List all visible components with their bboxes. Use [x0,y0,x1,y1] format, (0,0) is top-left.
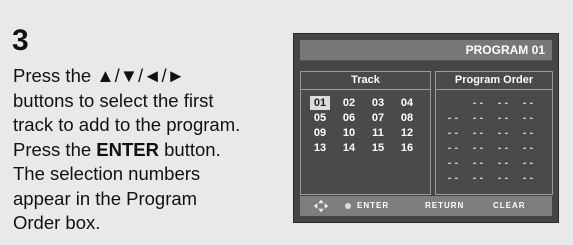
program-slot: - - [472,172,484,184]
program-order-box: Program Order - - - - - - - - - - - - - - - - - … [435,71,553,195]
program-slot: - - [497,112,509,124]
track-box: Track 01 02 03 04 05 06 07 08 09 10 11 12 13 14 15 16 [300,71,431,195]
track-cell[interactable]: 14 [339,141,359,155]
screen-title: PROGRAM 01 [465,43,545,57]
program-slot: - - [447,142,459,154]
screen-title-bar: PROGRAM 01 [300,40,552,61]
instruction-line-6: appear in the Program [13,187,198,209]
track-cell[interactable]: 05 [310,111,330,125]
track-cell[interactable]: 01 [310,96,330,110]
track-cell[interactable]: 02 [339,96,359,110]
enter-icon [345,203,351,209]
screen-button-bar: ENTER RETURN CLEAR [300,196,552,216]
program-slot: - - [497,142,509,154]
step-number: 3 [12,24,29,57]
program-slot: - - [497,127,509,139]
instruction-line-5: The selection numbers [13,163,201,184]
track-cell[interactable]: 03 [368,96,388,110]
track-cell[interactable]: 04 [397,96,417,110]
track-cell[interactable]: 15 [368,141,388,155]
instruction-text: Press the ▲/▼/◄/► buttons to select the … [13,64,275,236]
program-slot: - - [497,172,509,184]
program-slot: - - [522,127,534,139]
program-screen: PROGRAM 01 Track 01 02 03 04 05 06 07 08 09 10 11 1… [293,33,559,223]
program-order-header: Program Order [436,72,552,90]
track-cell[interactable]: 06 [339,111,359,125]
direction-arrows-icon [313,199,329,213]
instruction-line-2: buttons to select the first [13,89,214,111]
instruction-line-1: Press the ▲/▼/◄/► [13,65,185,86]
program-slot: - - [472,142,484,154]
track-cell[interactable]: 10 [339,126,359,140]
program-slot: - - [447,112,459,124]
program-slot: - - [472,112,484,124]
program-slot: - - [522,112,534,124]
track-cell[interactable]: 08 [397,111,417,125]
program-slot: - - [522,157,534,169]
instruction-line-7: Order box. [13,212,101,233]
program-slot: - - [522,97,534,109]
clear-label: CLEAR [493,201,526,210]
program-slot: - - [447,127,459,139]
program-slot: - - [497,157,509,169]
program-slot: - - [447,157,459,169]
program-slot: - - [522,172,534,184]
track-cell[interactable]: 13 [310,141,330,155]
instruction-line-3: track to add to the program. [13,114,241,135]
program-slot: - - [472,127,484,139]
instruction-panel: 3 Press the ▲/▼/◄/► buttons to select th… [0,0,573,245]
enter-keyword: ENTER [96,138,159,160]
track-cell[interactable]: 16 [397,141,417,155]
enter-label: ENTER [357,201,390,210]
program-slot: - - [497,97,509,109]
program-slot: - - [472,157,484,169]
return-label: RETURN [425,201,465,210]
program-slot: - - [472,97,484,109]
instruction-line-4-prefix: Press the [13,138,97,160]
track-cell[interactable]: 09 [310,126,330,140]
track-cell[interactable]: 12 [397,126,417,140]
instruction-line-4-suffix: button. [159,138,221,160]
instruction-line-4: Press the ENTER button. [13,138,275,163]
track-cell[interactable]: 11 [368,126,388,140]
program-slot: - - [522,142,534,154]
program-slot: - - [447,172,459,184]
track-header: Track [301,72,430,90]
track-cell[interactable]: 07 [368,111,388,125]
